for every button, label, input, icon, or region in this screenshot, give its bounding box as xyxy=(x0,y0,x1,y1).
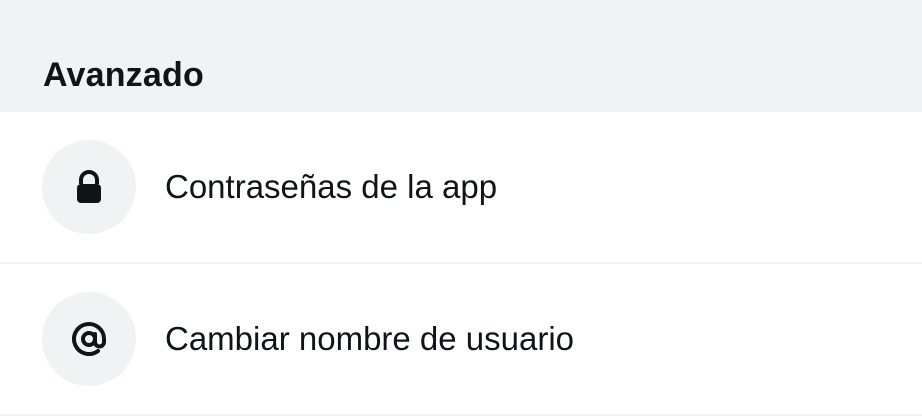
icon-badge xyxy=(42,140,136,234)
menu-item-change-username[interactable]: Cambiar nombre de usuario xyxy=(0,264,922,416)
menu-item-label: Cambiar nombre de usuario xyxy=(165,320,575,357)
lock-icon xyxy=(77,170,101,203)
at-sign-icon xyxy=(72,322,106,356)
section-title: Avanzado xyxy=(43,56,204,94)
icon-badge xyxy=(42,292,136,386)
section-header: Avanzado xyxy=(0,0,922,112)
menu-item-app-passwords[interactable]: Contraseñas de la app xyxy=(0,112,922,264)
menu-item-label: Contraseñas de la app xyxy=(165,168,498,205)
